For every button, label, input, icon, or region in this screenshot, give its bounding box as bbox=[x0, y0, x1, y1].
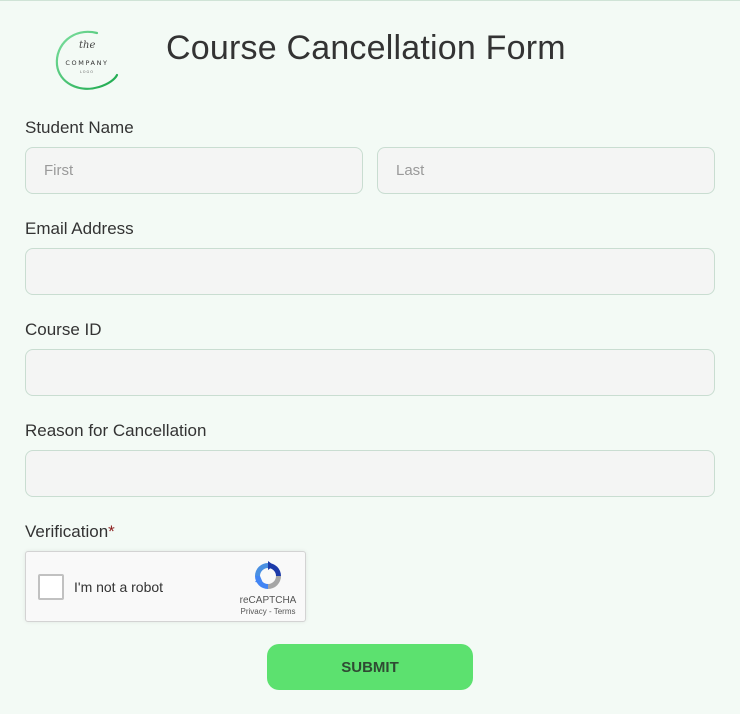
course-id-label: Course ID bbox=[25, 320, 102, 339]
recaptcha-widget: I'm not a robot reCAPTCHA Privacy - Term… bbox=[25, 551, 306, 622]
logo-sub-text: LOGO bbox=[80, 70, 94, 74]
first-name-input[interactable] bbox=[25, 147, 363, 194]
email-input[interactable] bbox=[25, 248, 715, 295]
verification-label: Verification* bbox=[25, 522, 115, 542]
company-logo-icon: the COMPANY LOGO bbox=[55, 30, 119, 90]
recaptcha-checkbox[interactable] bbox=[38, 574, 64, 600]
verification-label-text: Verification bbox=[25, 522, 109, 541]
required-asterisk: * bbox=[108, 522, 115, 541]
reason-label: Reason for Cancellation bbox=[25, 421, 207, 440]
company-logo: the COMPANY LOGO bbox=[53, 29, 121, 93]
reason-input[interactable] bbox=[25, 450, 715, 497]
recaptcha-icon bbox=[255, 561, 281, 589]
logo-main-text: COMPANY bbox=[65, 59, 108, 67]
recaptcha-label: I'm not a robot bbox=[74, 579, 164, 595]
student-name-label: Student Name bbox=[25, 118, 134, 137]
page-title: Course Cancellation Form bbox=[166, 29, 566, 67]
recaptcha-brand: reCAPTCHA bbox=[239, 595, 297, 606]
course-id-input[interactable] bbox=[25, 349, 715, 396]
last-name-input[interactable] bbox=[377, 147, 715, 194]
logo-script-text: the bbox=[79, 40, 95, 51]
submit-button[interactable]: SUBMIT bbox=[267, 644, 473, 690]
email-label: Email Address bbox=[25, 219, 134, 238]
recaptcha-privacy-terms-links[interactable]: Privacy - Terms bbox=[232, 607, 304, 616]
